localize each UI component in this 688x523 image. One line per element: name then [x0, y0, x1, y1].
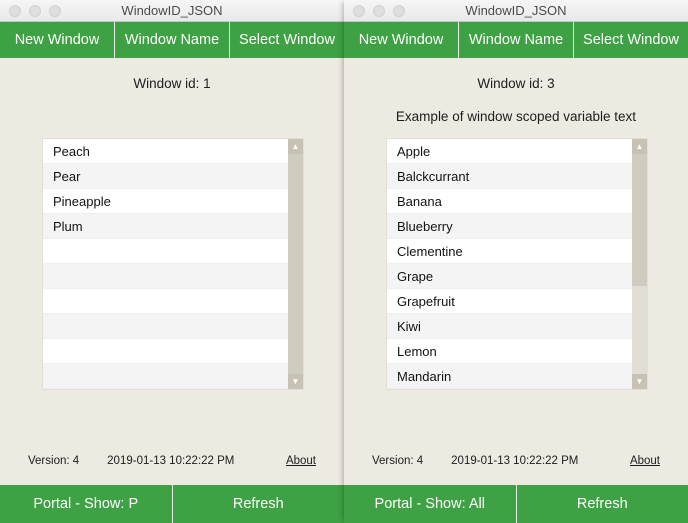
scroll-down-arrow-icon[interactable]: ▼ [288, 374, 303, 389]
window-id-label: Window id: 1 [0, 76, 344, 91]
window-controls-right [344, 5, 405, 17]
window-name-button[interactable]: Window Name [459, 22, 574, 58]
window-controls-left [0, 5, 61, 17]
list-item[interactable]: Lemon [387, 339, 632, 364]
portal-show-button[interactable]: Portal - Show: All [344, 485, 517, 523]
new-window-button[interactable]: New Window [344, 22, 459, 58]
scrollbar-thumb[interactable] [632, 154, 647, 286]
select-window-button[interactable]: Select Window [230, 22, 344, 58]
timestamp-label: 2019-01-13 10:22:22 PM [451, 455, 578, 467]
list-item[interactable]: Mandarin [387, 364, 632, 389]
list-item[interactable]: Grape [387, 264, 632, 289]
scrollbar-thumb[interactable] [288, 154, 303, 374]
titlebar-left: WindowID_JSON [0, 0, 344, 22]
list-item[interactable]: Blueberry [387, 214, 632, 239]
list-item[interactable] [43, 239, 288, 264]
bottom-bar-left: Portal - Show: P Refresh [0, 485, 344, 523]
scrollbar-track[interactable] [288, 154, 303, 374]
minimize-button-icon[interactable] [373, 5, 385, 17]
fruit-list-right[interactable]: AppleBalckcurrantBananaBlueberryClementi… [386, 138, 648, 390]
maximize-button-icon[interactable] [49, 5, 61, 17]
version-label: Version: 4 [28, 455, 79, 467]
portal-show-button[interactable]: Portal - Show: P [0, 485, 173, 523]
list-item[interactable]: Clementine [387, 239, 632, 264]
bottom-bar-right: Portal - Show: All Refresh [344, 485, 688, 523]
list-item[interactable]: Grapefruit [387, 289, 632, 314]
window-right: WindowID_JSON New Window Window Name Sel… [344, 0, 688, 523]
scrollbar-left[interactable]: ▲ ▼ [288, 139, 303, 389]
close-button-icon[interactable] [353, 5, 365, 17]
list-item[interactable] [43, 364, 288, 389]
about-link[interactable]: About [630, 455, 660, 467]
fruit-list-left[interactable]: PeachPearPineapplePlum ▲ ▼ [42, 138, 304, 390]
close-button-icon[interactable] [9, 5, 21, 17]
minimize-button-icon[interactable] [29, 5, 41, 17]
version-label: Version: 4 [372, 455, 423, 467]
list-item[interactable] [43, 289, 288, 314]
window-body-right: Window id: 3 Example of window scoped va… [344, 58, 688, 485]
titlebar-right: WindowID_JSON [344, 0, 688, 22]
scroll-up-arrow-icon[interactable]: ▲ [632, 139, 647, 154]
list-item[interactable]: Peach [43, 139, 288, 164]
list-rows[interactable]: AppleBalckcurrantBananaBlueberryClementi… [387, 139, 632, 389]
window-name-button[interactable]: Window Name [115, 22, 230, 58]
list-rows[interactable]: PeachPearPineapplePlum [43, 139, 288, 389]
list-item[interactable] [43, 314, 288, 339]
scroll-up-arrow-icon[interactable]: ▲ [288, 139, 303, 154]
timestamp-label: 2019-01-13 10:22:22 PM [107, 455, 234, 467]
list-item[interactable]: Balckcurrant [387, 164, 632, 189]
refresh-button[interactable]: Refresh [517, 485, 688, 523]
window-left: WindowID_JSON New Window Window Name Sel… [0, 0, 344, 523]
refresh-button[interactable]: Refresh [173, 485, 345, 523]
about-link[interactable]: About [286, 455, 316, 467]
footer-left: Version: 4 2019-01-13 10:22:22 PM About [0, 455, 344, 467]
window-id-label: Window id: 3 [344, 76, 688, 91]
list-item[interactable] [43, 339, 288, 364]
scoped-variable-text: Example of window scoped variable text [344, 109, 688, 124]
list-item[interactable]: Kiwi [387, 314, 632, 339]
list-item[interactable]: Pear [43, 164, 288, 189]
select-window-button[interactable]: Select Window [574, 22, 688, 58]
window-body-left: Window id: 1 PeachPearPineapplePlum ▲ ▼ … [0, 58, 344, 485]
footer-right: Version: 4 2019-01-13 10:22:22 PM About [344, 455, 688, 467]
list-item[interactable]: Apple [387, 139, 632, 164]
maximize-button-icon[interactable] [393, 5, 405, 17]
list-item[interactable]: Pineapple [43, 189, 288, 214]
list-item[interactable] [43, 264, 288, 289]
desktop: WindowID_JSON New Window Window Name Sel… [0, 0, 688, 523]
scrollbar-right[interactable]: ▲ ▼ [632, 139, 647, 389]
scroll-down-arrow-icon[interactable]: ▼ [632, 374, 647, 389]
list-item[interactable]: Banana [387, 189, 632, 214]
new-window-button[interactable]: New Window [0, 22, 115, 58]
list-item[interactable]: Plum [43, 214, 288, 239]
scrollbar-track[interactable] [632, 154, 647, 374]
toolbar-left: New Window Window Name Select Window [0, 22, 344, 58]
toolbar-right: New Window Window Name Select Window [344, 22, 688, 58]
